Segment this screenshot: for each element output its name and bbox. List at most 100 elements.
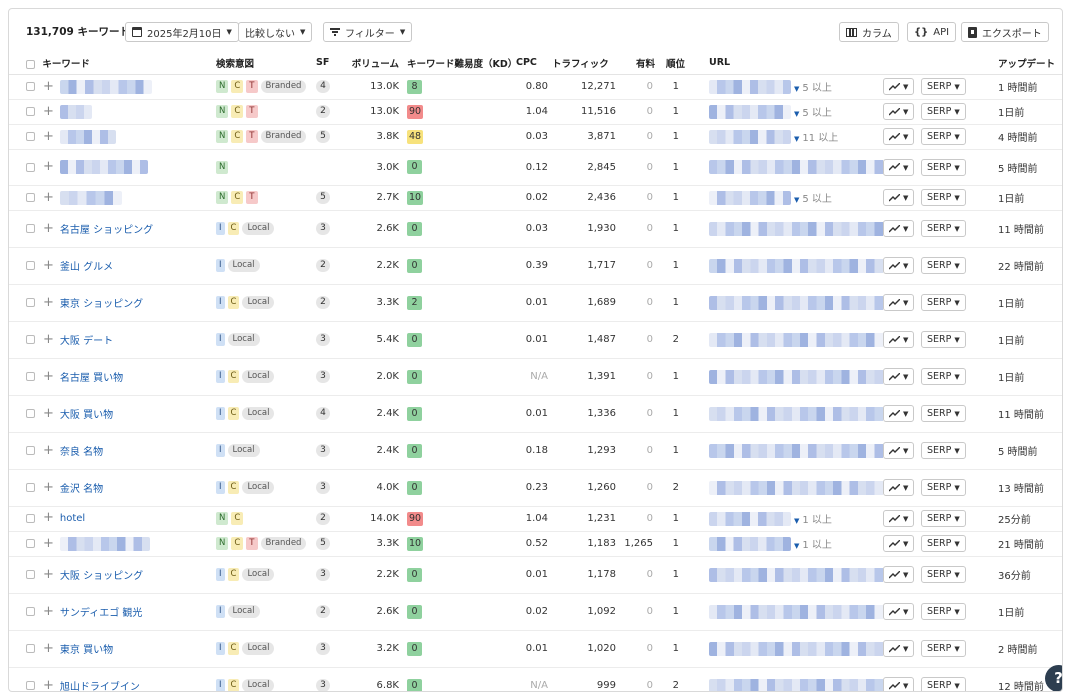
trend-button[interactable]: ▼	[883, 158, 915, 176]
trend-button[interactable]: ▼	[883, 677, 915, 691]
sf-badge[interactable]: 3	[316, 568, 330, 581]
serp-button[interactable]: SERP ▼	[921, 257, 966, 274]
header-sf[interactable]: SF	[316, 52, 340, 75]
url-more-link[interactable]: ▼ 5 以上	[794, 83, 832, 94]
keyword-link[interactable]: 東京 買い物	[60, 645, 113, 656]
sf-badge[interactable]: 3	[316, 222, 330, 235]
export-button[interactable]: エクスポート	[961, 22, 1049, 42]
sf-badge[interactable]: 3	[316, 444, 330, 457]
url-redacted[interactable]	[709, 406, 883, 421]
sf-badge[interactable]: 2	[316, 105, 330, 118]
row-checkbox[interactable]	[26, 409, 35, 418]
serp-button[interactable]: SERP ▼	[921, 189, 966, 206]
trend-button[interactable]: ▼	[883, 535, 915, 552]
keyword-link[interactable]: 大阪 ショッピング	[60, 571, 143, 582]
header-traffic[interactable]: トラフィック	[552, 52, 618, 75]
keyword-link[interactable]: 大阪 デート	[60, 336, 113, 347]
sf-badge[interactable]: 2	[316, 512, 330, 525]
plus-icon[interactable]: +	[43, 130, 54, 143]
plus-icon[interactable]: +	[43, 642, 54, 655]
keyword-link[interactable]: 奈良 名物	[60, 447, 103, 458]
keyword-link[interactable]: 名古屋 ショッピング	[60, 225, 153, 236]
trend-button[interactable]: ▼	[883, 128, 915, 145]
plus-icon[interactable]: +	[43, 259, 54, 272]
header-keyword[interactable]: キーワード	[9, 52, 216, 75]
sf-badge[interactable]: 5	[316, 191, 330, 204]
sf-badge[interactable]: 4	[316, 407, 330, 420]
trend-button[interactable]: ▼	[883, 220, 915, 237]
serp-button[interactable]: SERP ▼	[921, 158, 966, 176]
serp-button[interactable]: SERP ▼	[921, 368, 966, 385]
row-checkbox[interactable]	[26, 132, 35, 141]
plus-icon[interactable]: +	[43, 80, 54, 93]
serp-button[interactable]: SERP ▼	[921, 405, 966, 422]
trend-button[interactable]: ▼	[883, 368, 915, 385]
url-redacted[interactable]	[709, 641, 883, 656]
plus-icon[interactable]: +	[43, 537, 54, 550]
trend-button[interactable]: ▼	[883, 442, 915, 459]
url-redacted[interactable]	[709, 443, 883, 458]
serp-button[interactable]: SERP ▼	[921, 677, 966, 691]
url-redacted[interactable]	[709, 480, 883, 495]
plus-icon[interactable]: +	[43, 296, 54, 309]
sf-badge[interactable]: 5	[316, 130, 330, 143]
keyword-link[interactable]: 釜山 グルメ	[60, 262, 113, 273]
row-checkbox[interactable]	[26, 193, 35, 202]
trend-button[interactable]: ▼	[883, 257, 915, 274]
serp-button[interactable]: SERP ▼	[921, 479, 966, 496]
keyword-link[interactable]: hotel	[60, 513, 85, 524]
row-checkbox[interactable]	[26, 513, 35, 523]
plus-icon[interactable]: +	[43, 481, 54, 494]
serp-button[interactable]: SERP ▼	[921, 294, 966, 311]
plus-icon[interactable]: +	[43, 511, 54, 524]
header-intent[interactable]: 検索意図	[216, 52, 316, 75]
url-redacted[interactable]	[709, 160, 883, 174]
header-paid[interactable]: 有料	[618, 52, 655, 75]
url-redacted[interactable]	[709, 332, 883, 347]
trend-button[interactable]: ▼	[883, 103, 915, 120]
api-button[interactable]: {} API	[907, 22, 957, 42]
trend-button[interactable]: ▼	[883, 331, 915, 348]
url-redacted[interactable]	[709, 129, 791, 144]
url-redacted[interactable]	[709, 79, 791, 94]
url-redacted[interactable]	[709, 536, 791, 551]
url-more-link[interactable]: ▼ 5 以上	[794, 194, 832, 205]
plus-icon[interactable]: +	[43, 568, 54, 581]
url-redacted[interactable]	[709, 369, 883, 384]
serp-button[interactable]: SERP ▼	[921, 220, 966, 237]
plus-icon[interactable]: +	[43, 605, 54, 618]
row-checkbox[interactable]	[26, 644, 35, 653]
serp-button[interactable]: SERP ▼	[921, 331, 966, 348]
url-redacted[interactable]	[709, 258, 883, 273]
row-checkbox[interactable]	[26, 681, 35, 690]
serp-button[interactable]: SERP ▼	[921, 103, 966, 120]
compare-dropdown[interactable]: 比較しない ▼	[238, 22, 313, 42]
url-redacted[interactable]	[709, 295, 883, 310]
keyword-link[interactable]: 名古屋 買い物	[60, 373, 123, 384]
plus-icon[interactable]: +	[43, 444, 54, 457]
url-more-link[interactable]: ▼ 5 以上	[794, 108, 832, 119]
sf-badge[interactable]: 4	[316, 80, 330, 93]
row-checkbox[interactable]	[26, 107, 35, 116]
sf-badge[interactable]: 2	[316, 259, 330, 272]
filter-button[interactable]: フィルター ▼	[323, 22, 413, 42]
sf-badge[interactable]: 5	[316, 537, 330, 550]
keyword-link[interactable]: 大阪 買い物	[60, 410, 113, 421]
url-more-link[interactable]: ▼ 1 以上	[794, 540, 832, 551]
url-redacted[interactable]	[709, 604, 883, 619]
plus-icon[interactable]: +	[43, 191, 54, 204]
plus-icon[interactable]: +	[43, 160, 54, 173]
row-checkbox[interactable]	[26, 298, 35, 307]
serp-button[interactable]: SERP ▼	[921, 442, 966, 459]
columns-button[interactable]: カラム	[839, 22, 899, 42]
row-checkbox[interactable]	[26, 162, 35, 172]
header-position[interactable]: 順位	[655, 52, 685, 75]
header-kd[interactable]: キーワード難易度（KD）	[399, 52, 517, 75]
sf-badge[interactable]: 3	[316, 642, 330, 655]
row-checkbox[interactable]	[26, 82, 35, 91]
row-checkbox[interactable]	[26, 446, 35, 455]
sf-badge[interactable]: 3	[316, 679, 330, 691]
header-url[interactable]: URL	[685, 52, 883, 75]
trend-button[interactable]: ▼	[883, 510, 915, 527]
plus-icon[interactable]: +	[43, 370, 54, 383]
